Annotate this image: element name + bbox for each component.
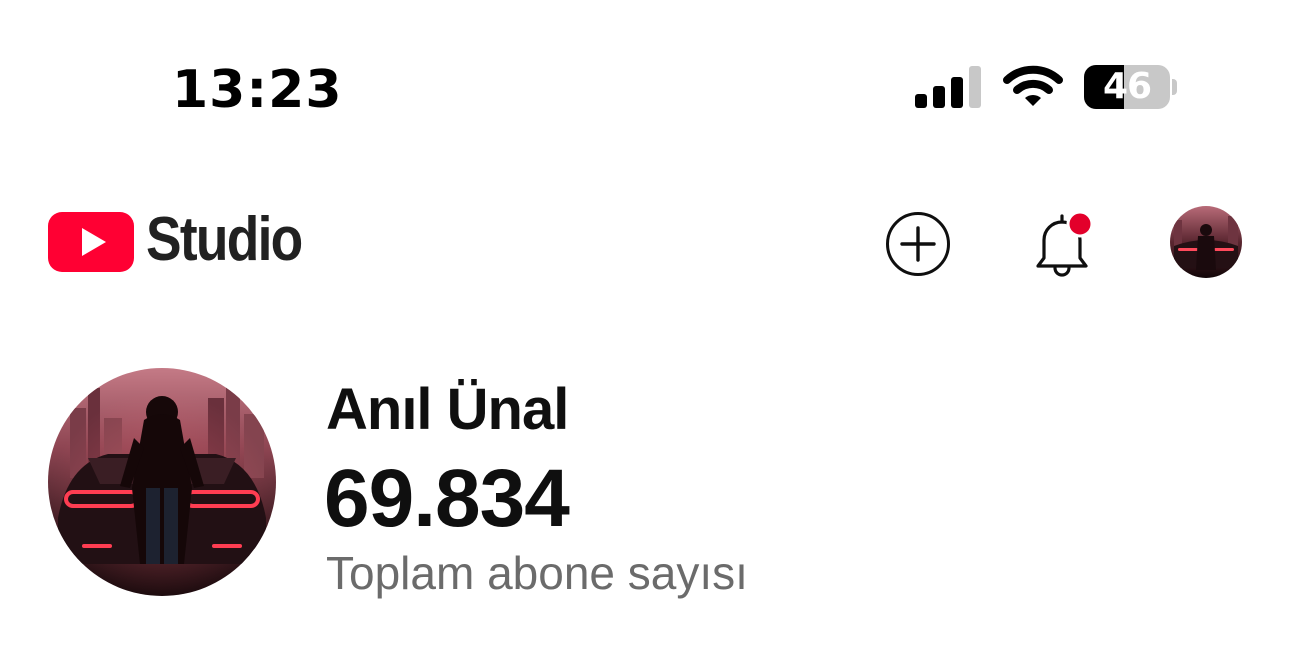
status-time: 13:23 [172,60,343,120]
battery-icon: 46 [1084,65,1180,109]
youtube-play-logo [48,212,134,272]
bell-icon[interactable] [1030,206,1096,278]
channel-avatar [48,368,276,596]
status-bar: 13:23 46 [0,0,1290,150]
notification-badge [1066,210,1094,238]
subscriber-count: 69.834 [324,453,570,544]
app-header: Studio [0,190,1290,300]
battery-body: 46 [1084,65,1170,109]
avatar-image [1170,206,1242,278]
create-icon[interactable] [884,210,952,278]
wifi-icon [1003,65,1063,106]
subscriber-label: Toplam abone sayısı [326,547,748,599]
battery-tip [1172,79,1177,95]
battery-level: 46 [1102,66,1152,107]
avatar[interactable] [1170,206,1242,278]
channel-avatar-image [48,368,276,596]
signal-icon [915,66,981,108]
brand-label: Studio [146,205,303,274]
channel-name: Anıl Ünal [326,377,569,442]
